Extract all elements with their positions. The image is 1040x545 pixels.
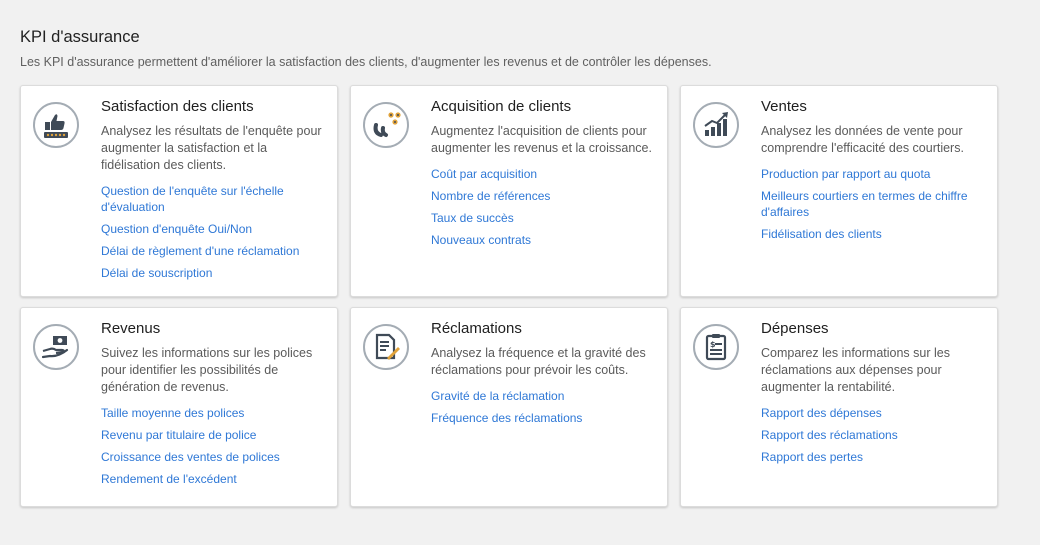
card-description: Analysez la fréquence et la gravité des … bbox=[431, 346, 646, 377]
link-average-policy-size[interactable]: Taille moyenne des polices bbox=[101, 405, 323, 421]
card-title: Acquisition de clients bbox=[431, 98, 572, 115]
card-revenue: Revenus Suivez les informations sur les … bbox=[20, 307, 338, 507]
card-claims: Réclamations Analysez la fréquence et la… bbox=[350, 307, 668, 507]
card-description: Analysez les résultats de l'enquête pour… bbox=[101, 124, 322, 172]
card-title: Revenus bbox=[101, 320, 161, 337]
card-customer-acquisition: Acquisition de clients Augmentez l'acqui… bbox=[350, 85, 668, 297]
trend-chart-icon bbox=[693, 102, 739, 148]
card-description: Comparez les informations sur les réclam… bbox=[761, 346, 950, 394]
link-rating-scale-survey[interactable]: Question de l'enquête sur l'échelle d'év… bbox=[101, 183, 323, 215]
link-underwriting-time[interactable]: Délai de souscription bbox=[101, 265, 323, 281]
card-description: Augmentez l'acquisition de clients pour … bbox=[431, 124, 652, 155]
link-loss-report[interactable]: Rapport des pertes bbox=[761, 449, 983, 465]
link-revenue-per-policyholder[interactable]: Revenu par titulaire de police bbox=[101, 427, 323, 443]
link-cost-per-acquisition[interactable]: Coût par acquisition bbox=[431, 166, 653, 182]
link-yes-no-survey[interactable]: Question d'enquête Oui/Non bbox=[101, 221, 323, 237]
card-customer-satisfaction: Satisfaction des clients Analysez les ré… bbox=[20, 85, 338, 297]
page-subtitle: Les KPI d'assurance permettent d'amélior… bbox=[20, 55, 712, 69]
page-title: KPI d'assurance bbox=[20, 28, 140, 46]
card-description: Suivez les informations sur les polices … bbox=[101, 346, 313, 394]
link-success-rate[interactable]: Taux de succès bbox=[431, 210, 653, 226]
link-policy-sales-growth[interactable]: Croissance des ventes de polices bbox=[101, 449, 323, 465]
link-top-brokers-revenue[interactable]: Meilleurs courtiers en termes de chiffre… bbox=[761, 188, 983, 220]
document-pen-icon bbox=[363, 324, 409, 370]
magnet-people-icon bbox=[363, 102, 409, 148]
link-production-vs-quota[interactable]: Production par rapport au quota bbox=[761, 166, 983, 182]
link-claim-severity[interactable]: Gravité de la réclamation bbox=[431, 388, 653, 404]
clipboard-dollar-icon: $ bbox=[693, 324, 739, 370]
link-referral-count[interactable]: Nombre de références bbox=[431, 188, 653, 204]
card-title: Satisfaction des clients bbox=[101, 98, 254, 115]
link-claim-settlement-time[interactable]: Délai de règlement d'une réclamation bbox=[101, 243, 323, 259]
link-surplus-return[interactable]: Rendement de l'excédent bbox=[101, 471, 323, 487]
card-title: Dépenses bbox=[761, 320, 829, 337]
link-customer-retention[interactable]: Fidélisation des clients bbox=[761, 226, 983, 242]
card-description: Analysez les données de vente pour compr… bbox=[761, 124, 964, 155]
card-sales: Ventes Analysez les données de vente pou… bbox=[680, 85, 998, 297]
link-claim-frequency[interactable]: Fréquence des réclamations bbox=[431, 410, 653, 426]
thumbs-up-rating-icon bbox=[33, 102, 79, 148]
card-title: Réclamations bbox=[431, 320, 522, 337]
link-claims-report[interactable]: Rapport des réclamations bbox=[761, 427, 983, 443]
card-expenses: $ Dépenses Comparez les informations sur… bbox=[680, 307, 998, 507]
link-expense-report[interactable]: Rapport des dépenses bbox=[761, 405, 983, 421]
card-title: Ventes bbox=[761, 98, 807, 115]
hand-money-icon bbox=[33, 324, 79, 370]
link-new-contracts[interactable]: Nouveaux contrats bbox=[431, 232, 653, 248]
